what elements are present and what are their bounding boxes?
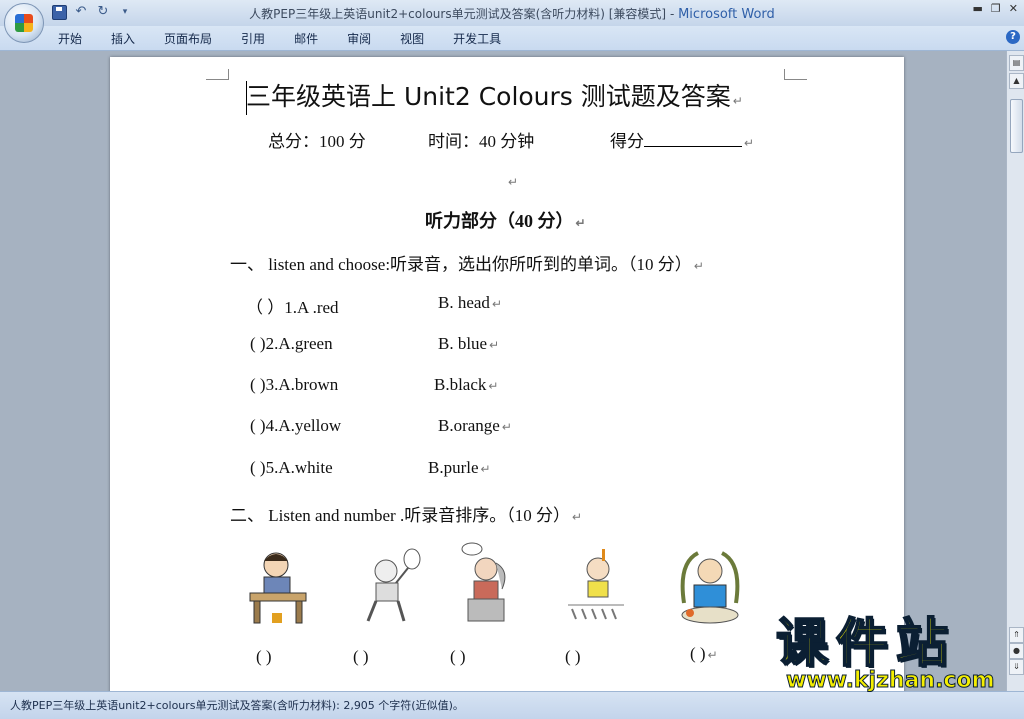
watermark: 课件站 www.kjzhan.com (775, 614, 1016, 694)
item-4-b-text: B.orange (438, 416, 500, 435)
paragraph-mark: ↵ (744, 136, 755, 150)
restore-icon[interactable]: ❐ (991, 2, 1001, 15)
item-1-a: （ ）1.A .red (246, 298, 339, 317)
office-logo-icon (15, 14, 33, 32)
margin-corner-left (206, 69, 229, 80)
item-3-a: ( )3.A.brown (250, 375, 339, 394)
item-1: （ ）1.A .red (246, 293, 339, 318)
answer-paren-5: ( ) ↵ (690, 644, 718, 664)
paragraph-mark: ↵ (508, 175, 519, 189)
paragraph-mark: ↵ (480, 462, 491, 476)
question-1-text: 一、 listen and choose:听录音，选出你所听到的单词。（10 分… (230, 255, 692, 274)
picture-girl-thinking (461, 542, 506, 622)
scroll-thumb[interactable] (1010, 99, 1023, 153)
answer-paren-5-text: ( ) (690, 644, 706, 663)
tab-page-layout[interactable]: 页面布局 (164, 30, 212, 47)
paragraph-mark: ↵ (575, 216, 586, 230)
question-2: 二、 Listen and number .听录音排序。（10 分） ↵ (230, 501, 582, 526)
paragraph-mark: ↵ (732, 94, 743, 108)
item-3-b-text: B.black (434, 375, 487, 394)
answer-paren-1: ( ) (256, 647, 272, 666)
empty-paragraph: ↵ (506, 171, 518, 191)
window-title-app: Microsoft Word (678, 7, 775, 22)
tab-view[interactable]: 视图 (400, 30, 424, 47)
paragraph-mark: ↵ (571, 510, 583, 524)
picture-child-reading (680, 551, 740, 624)
ruler-toggle-icon[interactable]: ▤ (1009, 55, 1024, 71)
paragraph-mark: ↵ (491, 297, 502, 311)
ribbon-tab-bar: 开始 插入 页面布局 引用 邮件 审阅 视图 开发工具 ? (0, 26, 1024, 51)
status-text: 人教PEP三年级上英语unit2+colours单元测试及答案(含听力材料): … (10, 699, 464, 712)
watermark-url: www.kjzhan.com (786, 668, 996, 694)
item-1-b-text: B. head (438, 293, 490, 312)
tab-mailings[interactable]: 邮件 (294, 30, 318, 47)
question-1: 一、 listen and choose:听录音，选出你所听到的单词。（10 分… (230, 250, 704, 275)
tab-developer[interactable]: 开发工具 (453, 30, 501, 47)
status-bar: 人教PEP三年级上英语unit2+colours单元测试及答案(含听力材料): … (0, 691, 1024, 719)
section-title-text: 听力部分（40 分） (425, 211, 574, 231)
answer-paren-2: ( ) (353, 647, 369, 666)
vertical-scrollbar[interactable]: ▤ ▲ ⇑ ● ⇓ (1006, 51, 1024, 691)
paragraph-mark: ↵ (488, 379, 499, 393)
answer-paren-4: ( ) (565, 647, 581, 666)
item-5: ( )5.A.white (250, 458, 333, 478)
window-controls: ▬ ❐ ✕ (973, 2, 1019, 15)
item-4-a: ( )4.A.yellow (250, 416, 342, 435)
help-icon[interactable]: ? (1006, 30, 1020, 44)
item-5-b-text: B.purle (428, 458, 479, 477)
scroll-up-icon[interactable]: ▲ (1009, 73, 1024, 89)
answer-paren-3: ( ) (450, 647, 466, 666)
window-title-doc: 人教PEP三年级上英语unit2+colours单元测试及答案(含听力材料) [… (249, 7, 667, 21)
margin-corner-right (784, 69, 807, 80)
ribbon-tabs: 开始 插入 页面布局 引用 邮件 审阅 视图 开发工具 (58, 30, 530, 47)
tab-insert[interactable]: 插入 (111, 30, 135, 47)
picture-boy-racket (366, 548, 421, 622)
item-2-a: ( )2.A.green (250, 334, 333, 353)
tab-references[interactable]: 引用 (241, 30, 265, 47)
office-button[interactable] (4, 3, 44, 43)
item-5-a: ( )5.A.white (250, 458, 333, 477)
picture-boy-writing (249, 552, 307, 624)
time-limit: 时间：40 分钟 (428, 132, 535, 151)
window-title-separator: - (666, 7, 679, 21)
item-2-b-text: B. blue (438, 334, 488, 353)
title-bar: ↶ ↻ ▾ 人教PEP三年级上英语unit2+colours单元测试及答案(含听… (0, 0, 1024, 26)
document-heading: 三年级英语上 Unit2 Colours 测试题及答案 ↵ (246, 77, 743, 113)
minimize-icon[interactable]: ▬ (973, 2, 983, 15)
paragraph-mark: ↵ (693, 259, 704, 273)
item-2-b: B. blue ↵ (438, 334, 499, 354)
total-score: 总分：100 分 (268, 132, 366, 151)
item-3: ( )3.A.brown (250, 375, 338, 395)
item-3-b: B.black ↵ (434, 375, 498, 395)
item-2: ( )2.A.green (250, 334, 333, 354)
item-5-b: B.purle ↵ (428, 458, 491, 478)
tab-home[interactable]: 开始 (58, 30, 82, 47)
heading-text: 三年级英语上 Unit2 Colours 测试题及答案 (246, 82, 731, 111)
section-title: 听力部分（40 分） ↵ (425, 207, 586, 233)
watermark-title: 课件站 (775, 614, 957, 674)
document-workspace: 三年级英语上 Unit2 Colours 测试题及答案 ↵ 总分：100 分 时间… (0, 51, 1006, 717)
score-blank (644, 132, 742, 147)
score-field: 得分 ↵ (610, 127, 754, 152)
paragraph-mark: ↵ (707, 648, 718, 662)
score-label: 得分 (610, 132, 644, 151)
item-4-b: B.orange ↵ (438, 416, 512, 436)
item-1-b: B. head ↵ (438, 293, 502, 313)
picture-girl-crayons (568, 549, 624, 620)
question-2-text: 二、 Listen and number .听录音排序。（10 分） (230, 506, 570, 525)
window-title: 人教PEP三年级上英语unit2+colours单元测试及答案(含听力材料) [… (0, 5, 1024, 22)
paragraph-mark: ↵ (489, 338, 500, 352)
tab-review[interactable]: 审阅 (347, 30, 371, 47)
close-icon[interactable]: ✕ (1009, 2, 1018, 15)
item-4: ( )4.A.yellow (250, 416, 341, 436)
paragraph-mark: ↵ (501, 420, 512, 434)
